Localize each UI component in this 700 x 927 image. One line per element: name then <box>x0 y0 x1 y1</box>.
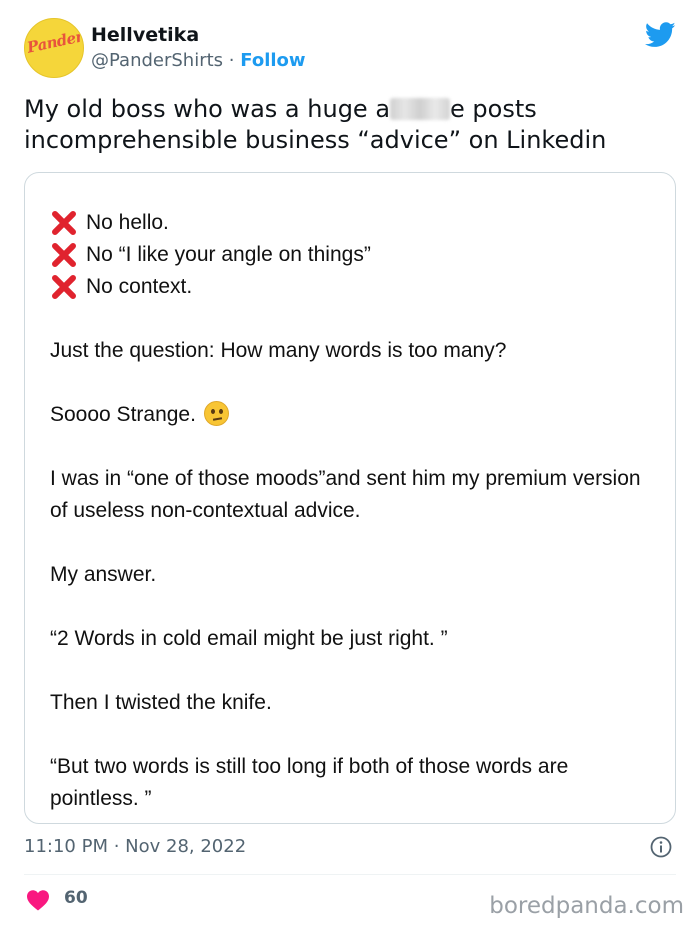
x-line: No “I like your angle on things” <box>50 239 650 271</box>
strange-paragraph: Soooo Strange. <box>50 399 650 431</box>
tweet-timestamp[interactable]: 11:10 PM · Nov 28, 2022 <box>24 836 246 857</box>
final-quote-paragraph: “But two words is still too long if both… <box>50 755 569 810</box>
red-x-icon <box>52 243 76 267</box>
tweet-text: My old boss who was a huge ae posts inco… <box>24 94 674 156</box>
x-line-text: No hello. <box>86 211 169 234</box>
x-line-text: No “I like your angle on things” <box>86 243 371 266</box>
question-paragraph: Just the question: How many words is too… <box>50 339 507 362</box>
x-line-text: No context. <box>86 275 193 298</box>
x-line: No context. <box>50 271 650 303</box>
follow-button[interactable]: Follow <box>240 50 305 71</box>
twist-paragraph: Then I twisted the knife. <box>50 691 272 714</box>
info-icon[interactable] <box>650 836 672 858</box>
twitter-bird-icon[interactable] <box>645 22 676 48</box>
author-handle[interactable]: @PanderShirts <box>91 50 223 71</box>
handle-row: @PanderShirts · Follow <box>91 50 306 71</box>
image-post-content: No hello. No “I like your angle on thing… <box>50 207 650 815</box>
avatar-logo-text: Pander <box>25 27 84 57</box>
mood-paragraph: I was in “one of those moods”and sent hi… <box>50 467 641 522</box>
red-x-icon <box>52 211 76 235</box>
separator-dot: · <box>228 50 235 71</box>
divider <box>24 874 676 875</box>
x-line: No hello. <box>50 207 650 239</box>
tweet-image[interactable]: No hello. No “I like your angle on thing… <box>24 172 676 824</box>
avatar[interactable]: Pander <box>24 18 84 78</box>
tweet-text-before: My old boss who was a huge a <box>24 95 391 123</box>
redacted-word <box>390 98 451 120</box>
answer-quote-paragraph: “2 Words in cold email might be just rig… <box>50 627 448 650</box>
like-count[interactable]: 60 <box>64 888 88 908</box>
heart-icon[interactable] <box>26 889 50 911</box>
strange-text: Soooo Strange. <box>50 403 196 426</box>
watermark: boredpanda.com <box>489 893 684 919</box>
red-x-icon <box>52 275 76 299</box>
tweet-header: Pander Hellvetika @PanderShirts · Follow <box>24 18 676 80</box>
author-display-name[interactable]: Hellvetika <box>91 24 199 46</box>
thinking-face-emoji <box>203 401 229 426</box>
my-answer-paragraph: My answer. <box>50 563 157 586</box>
